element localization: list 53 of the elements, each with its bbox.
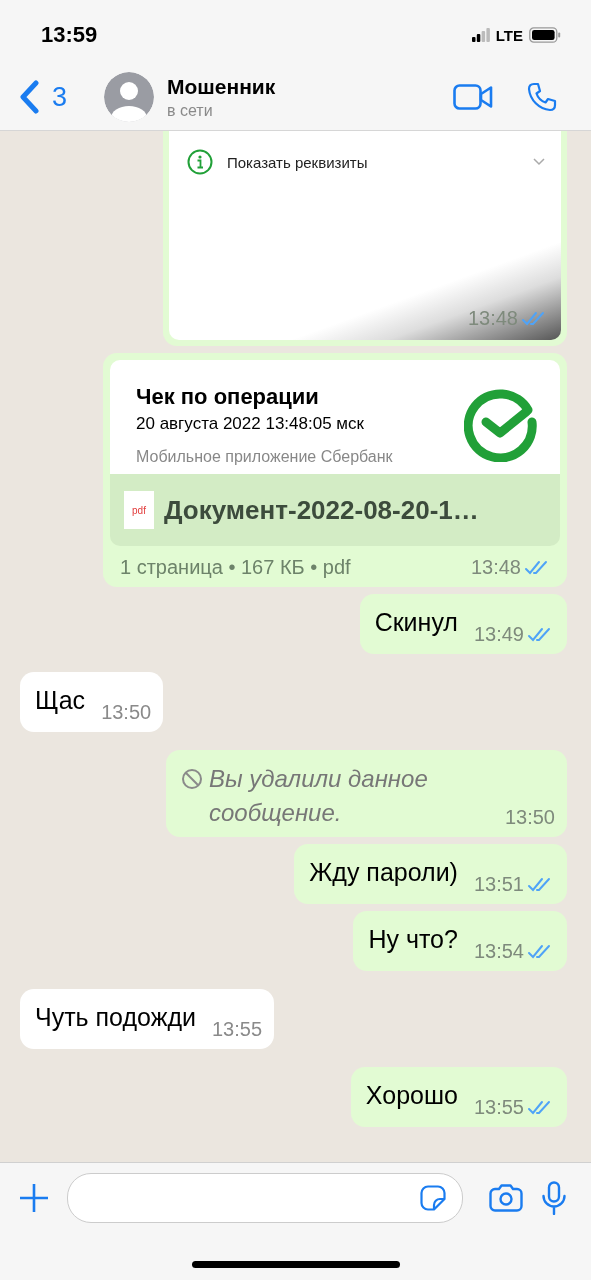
image-message[interactable]: Показать реквизиты 13:48 xyxy=(163,131,567,346)
contact-name[interactable]: Мошенник xyxy=(167,74,419,99)
avatar-icon[interactable] xyxy=(104,72,154,122)
receipt-title: Чек по операции xyxy=(136,384,320,410)
back-chevron-icon[interactable] xyxy=(18,80,40,114)
pdf-file-icon: pdf xyxy=(124,491,154,529)
message-time: 13:48 xyxy=(467,307,518,330)
info-icon xyxy=(187,149,213,175)
message-text: Жду пароли) xyxy=(309,857,458,888)
message-bubble[interactable]: Хорошо 13:55 xyxy=(350,1067,567,1128)
message-text: Скинул xyxy=(374,607,458,637)
message-bubble[interactable]: Скинул 13:49 xyxy=(359,594,567,654)
message-time: 13:50 xyxy=(504,806,555,830)
add-icon[interactable] xyxy=(19,1183,49,1213)
prohibited-icon xyxy=(180,768,203,790)
deleted-message[interactable]: Вы удалили данное сообщение. 13:50 xyxy=(165,750,567,838)
message-time: 13:51 xyxy=(473,873,524,897)
message-time: 13:50 xyxy=(101,701,152,724)
message-bubble[interactable]: Ну что? 13:54 xyxy=(353,911,567,972)
message-text: Хорошо xyxy=(365,1080,458,1111)
receipt-date: 20 августа 2022 13:48:05 мск xyxy=(136,414,365,434)
video-call-icon[interactable] xyxy=(453,84,493,110)
contact-status: в сети xyxy=(167,101,214,120)
show-details-link: Показать реквизиты xyxy=(227,153,369,171)
file-name: Документ-2022-08-20-1… xyxy=(164,494,479,526)
message-time: 13:48 xyxy=(470,556,521,579)
message-time: 13:54 xyxy=(473,940,524,964)
message-text: Чуть подожди xyxy=(35,1002,196,1033)
file-info: 1 страница • 167 КБ • pdf xyxy=(120,556,352,579)
back-button[interactable]: 3 xyxy=(18,80,96,114)
message-bubble[interactable]: Чуть подожди 13:55 xyxy=(20,989,275,1050)
check-logo-icon xyxy=(464,388,538,462)
chevron-icon xyxy=(533,158,545,166)
microphone-icon[interactable] xyxy=(541,1181,567,1215)
message-time: 13:49 xyxy=(473,623,524,646)
message-input[interactable] xyxy=(67,1173,463,1223)
signal-icon xyxy=(471,28,490,42)
message-text: Щас xyxy=(35,685,86,715)
sticker-icon[interactable] xyxy=(420,1185,446,1211)
message-time: 13:55 xyxy=(211,1018,263,1042)
message-text: Ну что? xyxy=(368,924,458,955)
phone-icon[interactable] xyxy=(527,82,557,112)
message-time: 13:55 xyxy=(473,1096,524,1120)
receipt-source: Мобильное приложение Сбербанк xyxy=(136,448,393,466)
document-message[interactable]: Чек по операции 20 августа 2022 13:48:05 мск Мобильное приложение Сбербанк pdf Документ-2022-08-20-1… 1 страница • 167 КБ • pdf 13:48 xyxy=(103,353,567,587)
message-bubble[interactable]: Щас 13:50 xyxy=(20,672,164,732)
camera-icon[interactable] xyxy=(489,1184,523,1212)
message-bubble[interactable]: Жду пароли) 13:51 xyxy=(294,844,567,905)
file-row[interactable]: pdf Документ-2022-08-20-1… xyxy=(110,474,560,546)
status-time: 13:59 xyxy=(41,22,98,48)
message-text: Вы удалили данное сообщение. xyxy=(208,764,429,828)
network-label: LTE xyxy=(495,26,523,44)
battery-icon xyxy=(529,27,561,43)
